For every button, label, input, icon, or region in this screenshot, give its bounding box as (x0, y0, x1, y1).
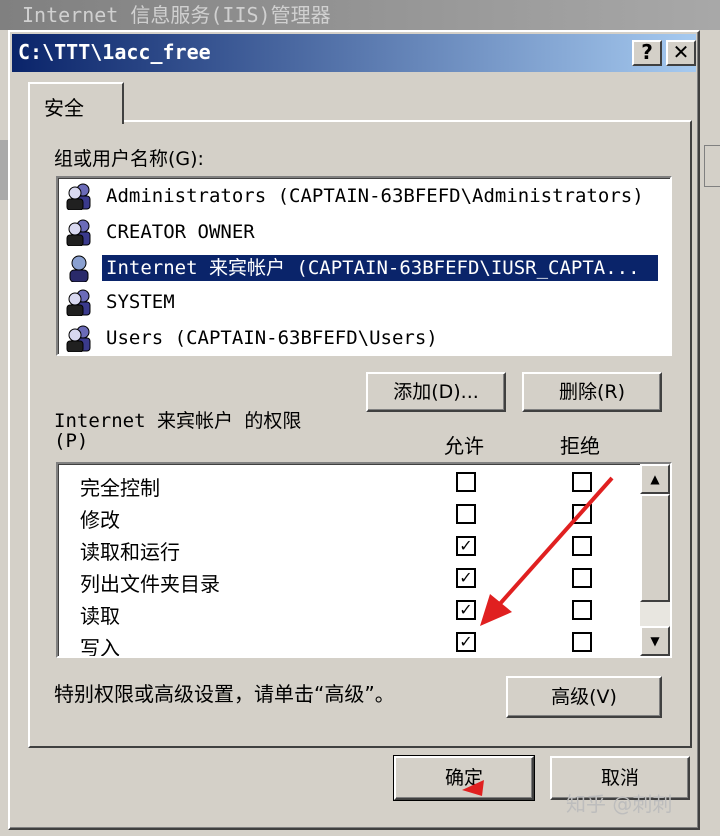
ok-button[interactable]: 确定 (393, 755, 535, 801)
deny-checkbox[interactable] (572, 632, 592, 652)
permission-name: 读取和运行 (80, 540, 180, 564)
add-button[interactable]: 添加(D)... (366, 372, 506, 412)
permission-row: 读取和运行 ✓ (58, 532, 628, 564)
groups-listbox[interactable]: Administrators (CAPTAIN-63BFEFD\Administ… (56, 176, 672, 356)
user-group-icon (66, 183, 91, 210)
permission-row: 列出文件夹目录 ✓ (58, 564, 628, 596)
dialog-title: C:\TTT\1acc_free (18, 40, 211, 64)
list-item-label: Users (CAPTAIN-63BFEFD\Users) (106, 327, 438, 349)
deny-checkbox[interactable] (572, 536, 592, 556)
permission-name: 完全控制 (80, 476, 160, 500)
advanced-button[interactable]: 高级(V) (506, 676, 662, 718)
allow-checkbox[interactable]: ✓ (456, 536, 476, 556)
permissions-label-shortcut: (P) (54, 430, 89, 452)
scroll-down-button[interactable]: ▼ (640, 626, 670, 656)
allow-checkbox[interactable]: ✓ (456, 600, 476, 620)
permission-row: 读取 ✓ (58, 596, 628, 628)
permission-row: 写入 ✓ (58, 628, 628, 658)
list-item[interactable]: SYSTEM (64, 286, 664, 318)
background-window-title: Internet 信息服务(IIS)管理器 (22, 3, 331, 27)
list-item-label: Internet 来宾帐户 (CAPTAIN-63BFEFD\IUSR_CAPT… (102, 255, 658, 281)
help-button[interactable]: ? (632, 40, 662, 66)
permission-name: 读取 (80, 604, 120, 628)
scroll-up-button[interactable]: ▲ (640, 464, 670, 494)
list-item[interactable]: Users (CAPTAIN-63BFEFD\Users) (64, 322, 664, 354)
deny-checkbox[interactable] (572, 472, 592, 492)
dialog-titlebar[interactable]: C:\TTT\1acc_free ? ✕ (12, 34, 696, 72)
permission-name: 修改 (80, 508, 120, 532)
permission-row: 修改 (58, 500, 628, 532)
allow-checkbox[interactable] (456, 504, 476, 524)
properties-dialog: C:\TTT\1acc_free ? ✕ 安全 组或用户名称(G): Admin… (8, 30, 700, 830)
allow-checkbox[interactable]: ✓ (456, 632, 476, 652)
background-window-toolbar (0, 140, 8, 200)
permissions-scrollbar[interactable]: ▲ ▼ (640, 464, 670, 656)
deny-checkbox[interactable] (572, 504, 592, 524)
user-group-icon (66, 289, 91, 316)
list-item-selected[interactable]: Internet 来宾帐户 (CAPTAIN-63BFEFD\IUSR_CAPT… (64, 252, 664, 284)
user-group-icon (66, 325, 91, 352)
scroll-thumb[interactable] (640, 494, 670, 602)
user-icon (69, 255, 89, 282)
deny-column-header: 拒绝 (560, 434, 600, 458)
close-button[interactable]: ✕ (666, 40, 696, 66)
deny-checkbox[interactable] (572, 600, 592, 620)
list-item-label: SYSTEM (106, 291, 175, 313)
deny-checkbox[interactable] (572, 568, 592, 588)
list-item-label: Administrators (CAPTAIN-63BFEFD\Administ… (106, 185, 644, 207)
list-item[interactable]: Administrators (CAPTAIN-63BFEFD\Administ… (64, 180, 664, 212)
background-window-edge (704, 145, 720, 187)
permission-row: 完全控制 (58, 468, 628, 500)
list-item-label: CREATOR OWNER (106, 221, 255, 243)
allow-checkbox[interactable]: ✓ (456, 568, 476, 588)
list-item[interactable]: CREATOR OWNER (64, 216, 664, 248)
allow-checkbox[interactable] (456, 472, 476, 492)
remove-button[interactable]: 删除(R) (522, 372, 662, 412)
permission-name: 列出文件夹目录 (80, 572, 220, 596)
permissions-list: 完全控制修改读取和运行 ✓ 列出文件夹目录 ✓ 读取 ✓ 写入 ✓ ▲ ▼ (56, 462, 672, 658)
tab-security[interactable]: 安全 (28, 82, 124, 124)
groups-label: 组或用户名称(G): (54, 148, 204, 170)
permissions-label: Internet 来宾帐户 的权限 (54, 410, 302, 432)
allow-column-header: 允许 (444, 434, 484, 458)
user-group-icon (66, 219, 91, 246)
watermark: 知乎 @刺刺 (566, 792, 673, 816)
permission-name: 写入 (80, 636, 120, 658)
advanced-note: 特别权限或高级设置，请单击“高级”。 (54, 682, 395, 706)
background-window-titlebar: Internet 信息服务(IIS)管理器 (0, 0, 720, 30)
